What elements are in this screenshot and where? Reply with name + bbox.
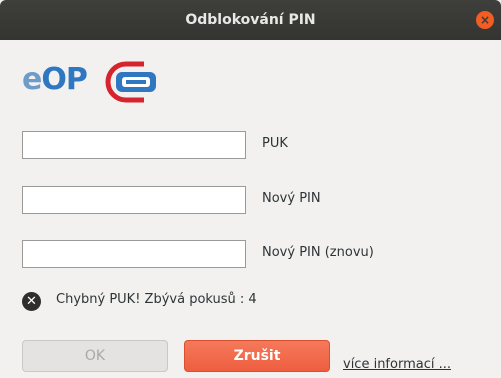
eop-chip-emblem-icon xyxy=(105,61,156,103)
ok-button[interactable]: OK xyxy=(22,340,168,372)
new-pin-again-label: Nový PIN (znovu) xyxy=(262,245,374,260)
title-bar: Odblokování PIN × xyxy=(0,0,501,40)
error-text: Chybný PUK! Zbývá pokusů : 4 xyxy=(56,292,257,307)
close-icon[interactable]: × xyxy=(476,11,494,29)
error-x-icon: ✕ xyxy=(22,292,41,311)
puk-input[interactable] xyxy=(22,131,246,159)
logo-text: eOP xyxy=(22,62,88,97)
logo-letter-e: e xyxy=(22,62,42,97)
cancel-button[interactable]: Zrušit xyxy=(184,340,330,372)
eop-logo: eOP xyxy=(22,60,162,104)
new-pin-again-input[interactable] xyxy=(22,240,246,268)
new-pin-input[interactable] xyxy=(22,186,246,214)
more-info-link[interactable]: více informací ... xyxy=(343,357,451,372)
window-title: Odblokování PIN xyxy=(185,12,316,28)
puk-label: PUK xyxy=(262,136,288,151)
logo-letters-op: OP xyxy=(41,62,87,97)
new-pin-label: Nový PIN xyxy=(262,191,321,206)
